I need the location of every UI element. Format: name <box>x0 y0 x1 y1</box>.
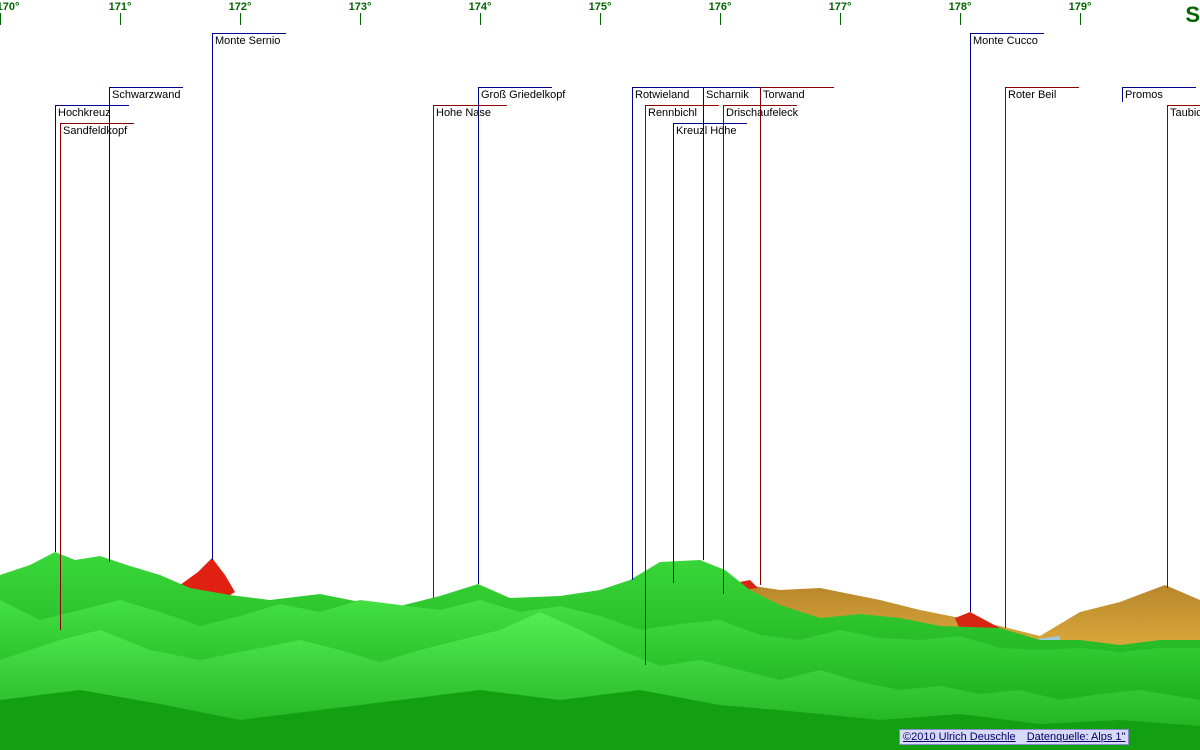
peak-label[interactable]: Schwarzwand <box>110 88 182 103</box>
peak-label[interactable]: Monte Sernio <box>213 34 282 49</box>
degree-tick <box>120 13 121 25</box>
peak-label-rule <box>645 105 719 106</box>
degree-label: 175° <box>588 1 612 13</box>
degree-label: 178° <box>948 1 972 13</box>
peak-label-rule <box>1122 87 1196 88</box>
peak-label[interactable]: Promos <box>1123 88 1165 103</box>
peak-label-rule <box>478 87 552 88</box>
peak-marker-line <box>60 123 61 630</box>
degree-label: 171° <box>108 1 132 13</box>
peak-marker-line <box>109 87 110 562</box>
peak-label[interactable]: Torwand <box>761 88 807 103</box>
peak-label[interactable]: Scharnik <box>704 88 751 103</box>
peak-label-rule <box>1005 87 1079 88</box>
peak-label-rule <box>1167 105 1200 106</box>
degree-label: 172° <box>228 1 252 13</box>
degree-tick <box>600 13 601 25</box>
peak-label[interactable]: Sandfeldkopf <box>61 124 129 139</box>
degree-label: 177° <box>828 1 852 13</box>
terrain-render <box>0 552 1200 750</box>
peak-label[interactable]: Taubichl <box>1168 106 1200 121</box>
degree-tick <box>960 13 961 25</box>
degree-tick <box>840 13 841 25</box>
peak-label[interactable]: Groß Griedelkopf <box>479 88 567 103</box>
peak-marker-line <box>703 87 704 560</box>
peak-label-rule <box>723 105 797 106</box>
peak-label[interactable]: Drischaufeleck <box>724 106 800 121</box>
credits-bar: ©2010 Ulrich Deuschle Datenquelle: Alps … <box>899 729 1130 745</box>
peak-marker-line <box>433 105 434 598</box>
degree-label: 179° <box>1068 1 1092 13</box>
peak-marker-line <box>673 123 674 583</box>
degree-tick <box>240 13 241 25</box>
peak-label-rule <box>60 123 134 124</box>
peak-marker-line <box>478 87 479 584</box>
datasource-link[interactable]: Datenquelle: Alps 1" <box>1027 731 1126 743</box>
compass-letter: S <box>1185 2 1200 27</box>
peak-marker-line <box>760 87 761 585</box>
peak-marker-line <box>1167 105 1168 588</box>
peak-label[interactable]: Roter Beil <box>1006 88 1058 103</box>
peak-marker-line <box>1005 87 1006 628</box>
peak-label-rule <box>433 105 507 106</box>
peak-label[interactable]: Rotwieland <box>633 88 691 103</box>
peak-marker-line <box>55 105 56 552</box>
degree-label: 170° <box>0 1 20 13</box>
degree-tick <box>360 13 361 25</box>
peak-label[interactable]: Rennbichl <box>646 106 699 121</box>
degree-label: 176° <box>708 1 732 13</box>
peak-label[interactable]: Kreuzl Höhe <box>674 124 739 139</box>
panorama-view: 170° 171° 172° 173° 174° 175° 176° 177° 178° 179°… <box>0 0 1200 750</box>
peak-label-rule <box>109 87 183 88</box>
peak-label[interactable]: Hohe Nase <box>434 106 493 121</box>
peak-label[interactable]: Hochkreuz <box>56 106 113 121</box>
copyright-link[interactable]: ©2010 Ulrich Deuschle <box>903 731 1016 743</box>
peak-label-rule <box>760 87 834 88</box>
peak-marker-line <box>632 87 633 580</box>
degree-tick <box>720 13 721 25</box>
peak-label-rule <box>212 33 286 34</box>
peak-marker-line <box>212 33 213 560</box>
peak-label-rule <box>632 87 706 88</box>
peak-label-rule <box>55 105 129 106</box>
degree-tick <box>1080 13 1081 25</box>
peak-marker-line <box>723 105 724 594</box>
peak-label-rule <box>970 33 1044 34</box>
degree-label: 174° <box>468 1 492 13</box>
peak-label[interactable]: Monte Cucco <box>971 34 1040 49</box>
peak-marker-line <box>645 105 646 665</box>
degree-tick <box>0 13 1 25</box>
degree-label: 173° <box>348 1 372 13</box>
peak-label-rule <box>673 123 747 124</box>
peak-marker-line <box>970 33 971 612</box>
degree-tick <box>480 13 481 25</box>
